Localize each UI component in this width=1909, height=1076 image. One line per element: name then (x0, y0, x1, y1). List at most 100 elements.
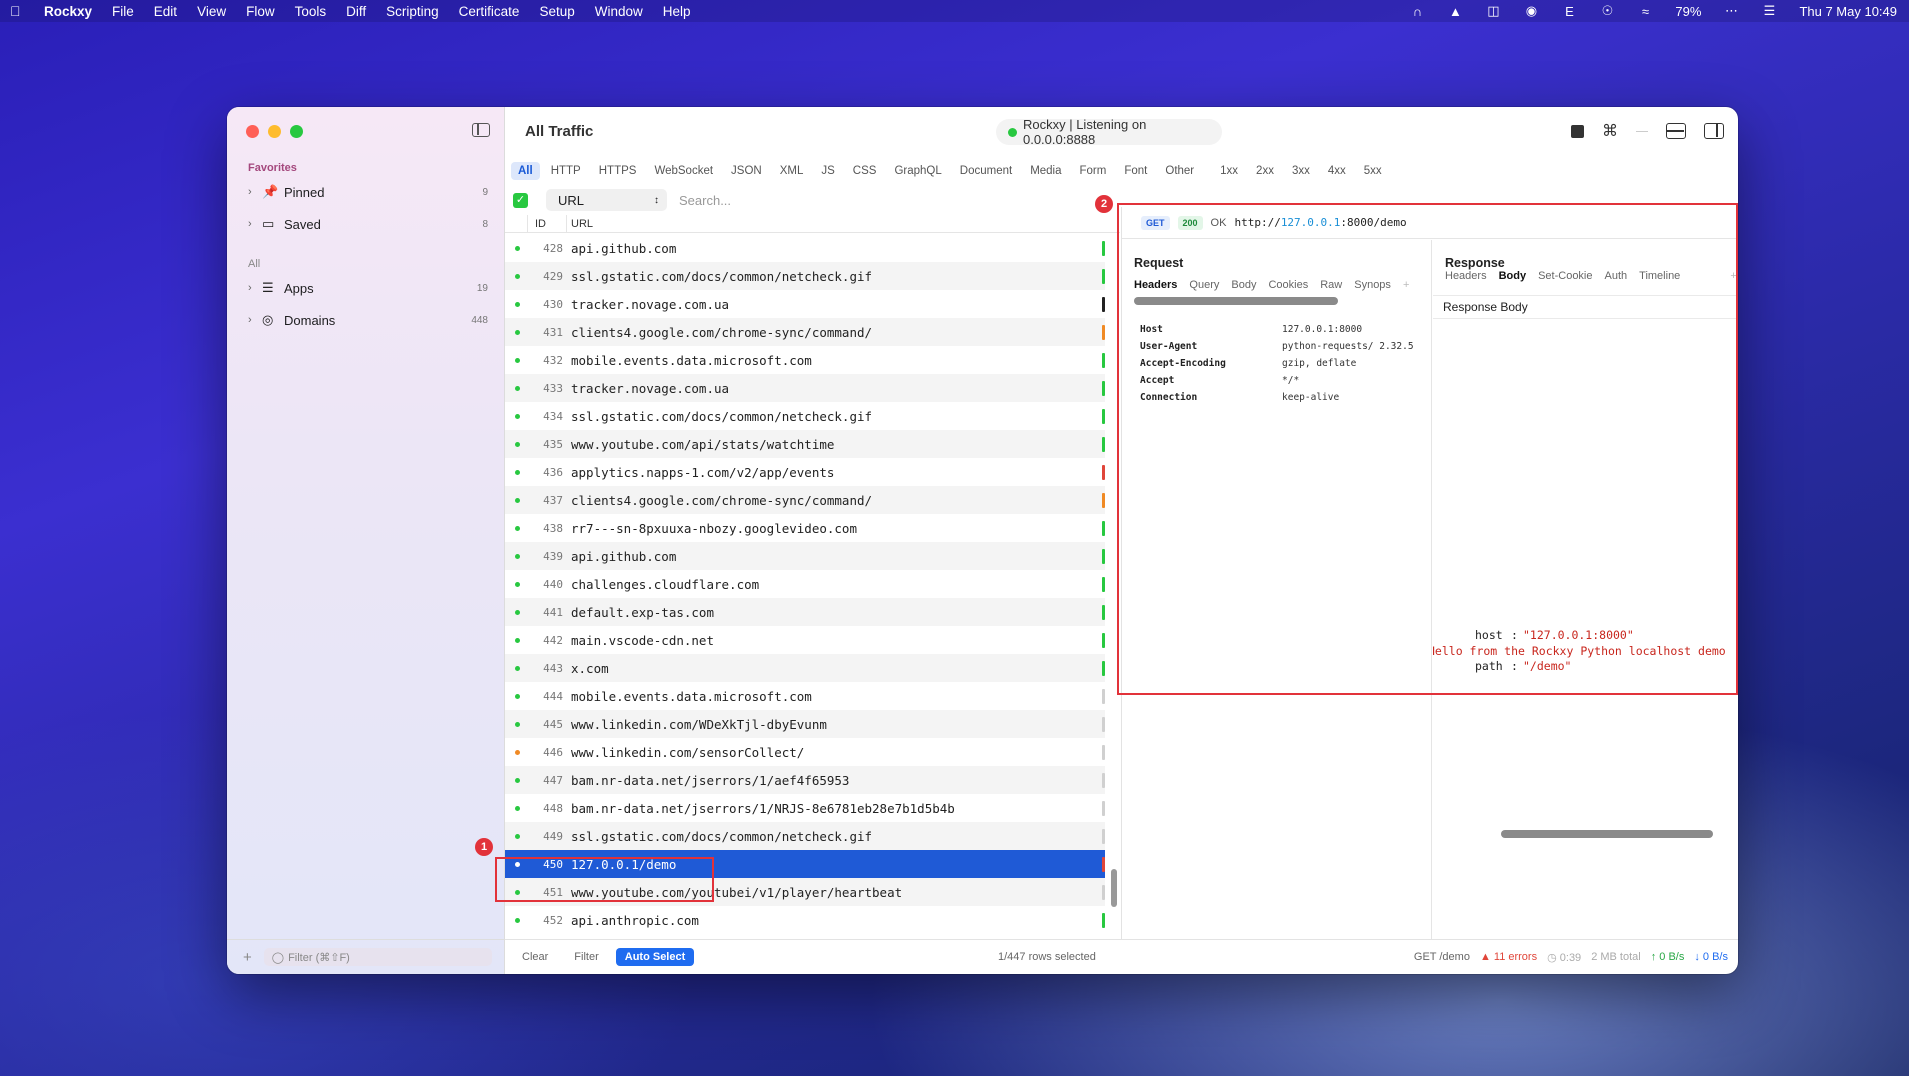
filter-button[interactable]: Filter (565, 948, 607, 966)
menu-setup[interactable]: Setup (539, 4, 574, 19)
table-row[interactable]: 429 ssl.gstatic.com/docs/common/netcheck.… (505, 262, 1105, 290)
minimize-window-button[interactable] (268, 125, 281, 138)
table-row[interactable]: 446 www.linkedin.com/sensorCollect/ (505, 738, 1105, 766)
table-row[interactable]: 435 www.youtube.com/api/stats/watchtime (505, 430, 1105, 458)
sidebar-item-pinned[interactable]: › 📌 Pinned 9 (248, 181, 488, 203)
menu-certificate[interactable]: Certificate (459, 4, 520, 19)
table-row[interactable]: 439 api.github.com (505, 542, 1105, 570)
table-row[interactable]: 430 tracker.novage.com.ua (505, 290, 1105, 318)
drive-icon[interactable]: ▲ (1447, 4, 1463, 19)
filter-media[interactable]: Media (1023, 162, 1068, 180)
row-status-bar (1102, 241, 1105, 256)
search-field-select[interactable]: URL ↕ (546, 189, 667, 211)
filter-3xx[interactable]: 3xx (1285, 162, 1317, 180)
menu-file[interactable]: File (112, 4, 134, 19)
table-row[interactable]: 432 mobile.events.data.microsoft.com (505, 346, 1105, 374)
table-row[interactable]: 445 www.linkedin.com/WDeXkTjl-dbyEvunm (505, 710, 1105, 738)
table-row[interactable]: 428 api.github.com (505, 234, 1105, 262)
clear-button[interactable]: Clear (513, 948, 557, 966)
chevron-right-icon[interactable]: › (248, 218, 262, 230)
filter-1xx[interactable]: 1xx (1213, 162, 1245, 180)
wifi-icon[interactable]: ≈ (1637, 4, 1653, 19)
row-status-bar (1102, 325, 1105, 340)
filter-4xx[interactable]: 4xx (1321, 162, 1353, 180)
current-request: GET /demo (1413, 951, 1470, 963)
stop-icon[interactable] (1571, 124, 1584, 138)
filter-css[interactable]: CSS (846, 162, 884, 180)
table-row[interactable]: 447 bam.nr-data.net/jserrors/1/aef4f65953 (505, 766, 1105, 794)
errors-count[interactable]: ▲ 11 errors (1480, 951, 1537, 963)
table-row[interactable]: 434 ssl.gstatic.com/docs/common/netcheck.… (505, 402, 1105, 430)
copilot-icon[interactable]: ☉ (1599, 3, 1615, 19)
arc-icon[interactable]: ∩ (1409, 4, 1425, 19)
filter-font[interactable]: Font (1117, 162, 1154, 180)
table-row[interactable]: 441 default.exp-tas.com (505, 598, 1105, 626)
filter-document[interactable]: Document (953, 162, 1019, 180)
filter-js[interactable]: JS (814, 162, 841, 180)
filter-2xx[interactable]: 2xx (1249, 162, 1281, 180)
chevron-right-icon[interactable]: › (248, 282, 262, 294)
menu-diff[interactable]: Diff (346, 4, 366, 19)
menu-flow[interactable]: Flow (246, 4, 275, 19)
filter-websocket[interactable]: WebSocket (647, 162, 720, 180)
filter-5xx[interactable]: 5xx (1357, 162, 1389, 180)
table-row[interactable]: 438 rr7---sn-8pxuuxa-nbozy.googlevideo.co… (505, 514, 1105, 542)
filter-json[interactable]: JSON (724, 162, 769, 180)
table-row[interactable]: 433 tracker.novage.com.ua (505, 374, 1105, 402)
table-row[interactable]: 449 ssl.gstatic.com/docs/common/netcheck.… (505, 822, 1105, 850)
battery-percent[interactable]: 79% (1675, 4, 1701, 19)
control-center-icon[interactable]: ☰ (1761, 3, 1777, 19)
table-row[interactable]: 452 api.anthropic.com (505, 906, 1105, 934)
command-icon[interactable]: ⌘ (1602, 121, 1618, 141)
screen-share-icon[interactable]: ◫ (1485, 3, 1501, 19)
filter-enabled-checkbox[interactable]: ✓ (513, 192, 528, 208)
menu-view[interactable]: View (197, 4, 226, 19)
filter-xml[interactable]: XML (773, 162, 811, 180)
table-row[interactable]: 437 clients4.google.com/chrome-sync/comma… (505, 486, 1105, 514)
sidebar-item-saved[interactable]: › ▭ Saved 8 (248, 213, 488, 235)
menu-window[interactable]: Window (595, 4, 643, 19)
filter-graphql[interactable]: GraphQL (887, 162, 948, 180)
proxy-status[interactable]: Rockxy | Listening on 0.0.0.0:8888 (996, 117, 1222, 147)
menu-scripting[interactable]: Scripting (386, 4, 439, 19)
table-row[interactable]: 448 bam.nr-data.net/jserrors/1/NRJS-8e678… (505, 794, 1105, 822)
sidebar-filter-input[interactable]: ◯ Filter (⌘⇧F) (263, 948, 492, 966)
menu-help[interactable]: Help (663, 4, 691, 19)
filter-http[interactable]: HTTP (544, 162, 588, 180)
table-row[interactable]: 440 challenges.cloudflare.com (505, 570, 1105, 598)
app-menu[interactable]: Rockxy (44, 4, 92, 19)
layout-horizontal-icon[interactable] (1666, 123, 1686, 139)
zoom-window-button[interactable] (290, 125, 303, 138)
keyboard-input-icon[interactable]: E (1561, 4, 1577, 19)
column-header-id[interactable]: ID (535, 218, 546, 230)
annotation-box-1 (495, 857, 714, 902)
filter-all[interactable]: All (511, 162, 540, 180)
table-row[interactable]: 436 applytics.napps-1.com/v2/app/events (505, 458, 1105, 486)
table-row[interactable]: 431 clients4.google.com/chrome-sync/comma… (505, 318, 1105, 346)
sidebar-item-domains[interactable]: › ◎ Domains 448 (248, 309, 488, 331)
sidebar-toggle-icon[interactable] (472, 123, 490, 137)
add-icon[interactable]: + (243, 949, 252, 966)
auto-select-button[interactable]: Auto Select (615, 948, 695, 966)
chevron-right-icon[interactable]: › (248, 186, 262, 198)
table-row[interactable]: 442 main.vscode-cdn.net (505, 626, 1105, 654)
filter-other[interactable]: Other (1158, 162, 1201, 180)
list-scroll-thumb[interactable] (1111, 869, 1117, 907)
response-scrollbar[interactable] (1501, 830, 1713, 838)
table-row[interactable]: 443 x.com (505, 654, 1105, 682)
apple-menu-icon[interactable]:  (10, 3, 26, 19)
chevron-right-icon[interactable]: › (248, 314, 262, 326)
close-window-button[interactable] (246, 125, 259, 138)
table-row[interactable]: 444 mobile.events.data.microsoft.com (505, 682, 1105, 710)
menu-edit[interactable]: Edit (154, 4, 177, 19)
filter-https[interactable]: HTTPS (592, 162, 644, 180)
filter-form[interactable]: Form (1073, 162, 1114, 180)
clipboard-icon[interactable]: ◉ (1523, 3, 1539, 19)
column-header-url[interactable]: URL (571, 218, 593, 230)
more-icon[interactable]: ⋯ (1723, 3, 1739, 19)
menu-tools[interactable]: Tools (295, 4, 327, 19)
search-input[interactable]: Search... (673, 189, 1120, 211)
sidebar-item-apps[interactable]: › ☰ Apps 19 (248, 277, 488, 299)
clock[interactable]: Thu 7 May 10:49 (1799, 4, 1897, 19)
layout-vertical-icon[interactable] (1704, 123, 1724, 139)
